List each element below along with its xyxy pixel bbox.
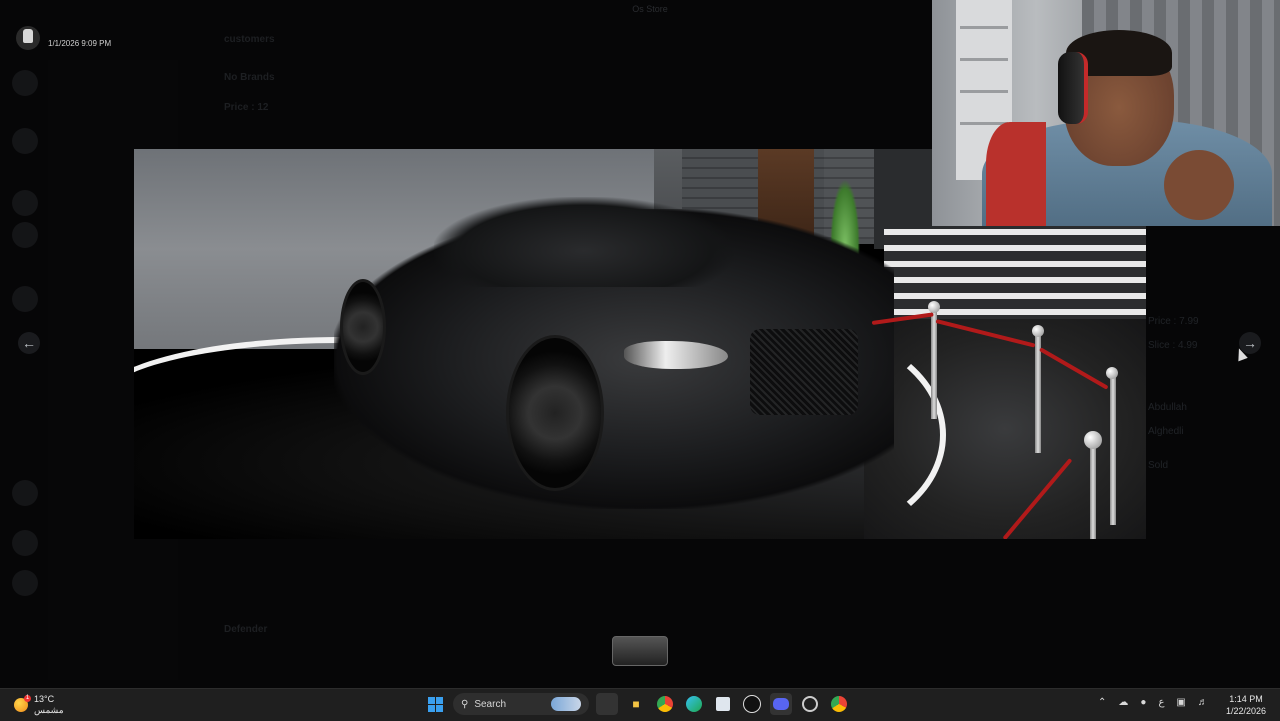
taskbar-apps: ⚲ Search ■ <box>424 693 850 715</box>
image-thumbnail[interactable] <box>612 636 668 666</box>
car-roof <box>434 197 734 287</box>
chrome-profile-icon[interactable] <box>828 693 850 715</box>
right-list-item: Price : 7.99 <box>1148 316 1199 327</box>
shelf-row <box>960 58 1008 61</box>
discord-icon[interactable] <box>770 693 792 715</box>
stanchion-post <box>1090 439 1096 539</box>
clock-date: 1/22/2026 <box>1226 706 1267 716</box>
store-icon[interactable] <box>712 693 734 715</box>
shelf-row <box>960 26 1008 29</box>
chevron-up-icon[interactable]: ⌃ <box>1098 697 1106 708</box>
taskbar: 1 13°C مشمس ⚲ Search ■ ⌃ ☁ ● ع ▣ ♬ 1:14 … <box>0 688 1280 721</box>
search-highlight-icon <box>551 697 581 711</box>
file-explorer-icon[interactable]: ■ <box>625 693 647 715</box>
right-list-item: Slice : 4.99 <box>1148 340 1198 351</box>
headset-icon <box>1058 52 1088 124</box>
car-wheel <box>340 279 386 375</box>
car-wheel <box>506 335 604 491</box>
post-line-1: No Brands <box>224 72 275 83</box>
notification-badge: 1 <box>24 695 31 702</box>
steam-icon[interactable] <box>799 693 821 715</box>
upload-timestamp: 1/1/2026 9:09 PM <box>48 38 112 48</box>
weather-sun-icon: 1 <box>14 695 31 712</box>
task-view-icon[interactable] <box>596 693 618 715</box>
taskbar-search[interactable]: ⚲ Search <box>453 693 589 715</box>
post-line-2: Price : 12 <box>224 102 269 113</box>
edge-icon[interactable] <box>683 693 705 715</box>
app-icon[interactable] <box>741 693 763 715</box>
windows-start-icon[interactable] <box>424 693 446 715</box>
right-list-item: Alghedli <box>1148 426 1184 437</box>
uploader-info: 1/1/2026 9:09 PM <box>16 26 111 50</box>
car-headlight <box>624 341 728 369</box>
network-icon[interactable]: ▣ <box>1176 697 1185 708</box>
search-icon: ⚲ <box>461 698 469 710</box>
stanchion-top <box>1084 431 1102 449</box>
cloud-icon[interactable]: ☁ <box>1118 697 1128 708</box>
stanchion-top <box>928 301 940 313</box>
server-icon[interactable] <box>12 190 38 216</box>
footer-label: Defender <box>224 624 268 635</box>
taskbar-clock[interactable]: 1:14 PM 1/22/2026 <box>1226 693 1266 717</box>
weather-temperature: 13°C <box>34 694 55 704</box>
stanchion-top <box>1032 325 1044 337</box>
stanchion-top <box>1106 367 1118 379</box>
server-icon[interactable] <box>12 286 38 312</box>
server-icon[interactable] <box>12 530 38 556</box>
chrome-icon[interactable] <box>654 693 676 715</box>
weather-description: مشمس <box>34 705 64 715</box>
car-grille <box>750 329 858 415</box>
volume-icon[interactable]: ♬ <box>1198 697 1208 708</box>
uploader-avatar[interactable] <box>16 26 40 50</box>
language-indicator[interactable]: ع <box>1158 697 1164 708</box>
server-list <box>0 60 48 680</box>
streamer-hand <box>1164 150 1234 220</box>
search-label: Search <box>474 698 507 710</box>
stanchion-post <box>1110 375 1116 525</box>
microphone-icon[interactable]: ● <box>1140 697 1146 708</box>
streamer-chair <box>986 122 1046 226</box>
right-list-item: Sold <box>1148 460 1169 471</box>
stanchion-post <box>931 309 937 419</box>
channel-header: customers <box>224 34 275 45</box>
clock-time: 1:14 PM <box>1229 694 1263 704</box>
previous-image-button[interactable]: ← <box>18 332 40 354</box>
right-list-item: Abdullah <box>1148 402 1187 413</box>
server-icon[interactable] <box>12 570 38 596</box>
weather-widget[interactable]: 1 13°C مشمس <box>14 694 64 716</box>
server-icon[interactable] <box>12 128 38 154</box>
system-tray: ⌃ ☁ ● ع ▣ ♬ <box>1098 697 1208 708</box>
webcam-overlay <box>932 0 1280 226</box>
server-icon[interactable] <box>12 480 38 506</box>
window-title: Os Store <box>632 4 668 14</box>
server-icon[interactable] <box>12 222 38 248</box>
shelf-row <box>960 90 1008 93</box>
server-icon[interactable] <box>12 70 38 96</box>
